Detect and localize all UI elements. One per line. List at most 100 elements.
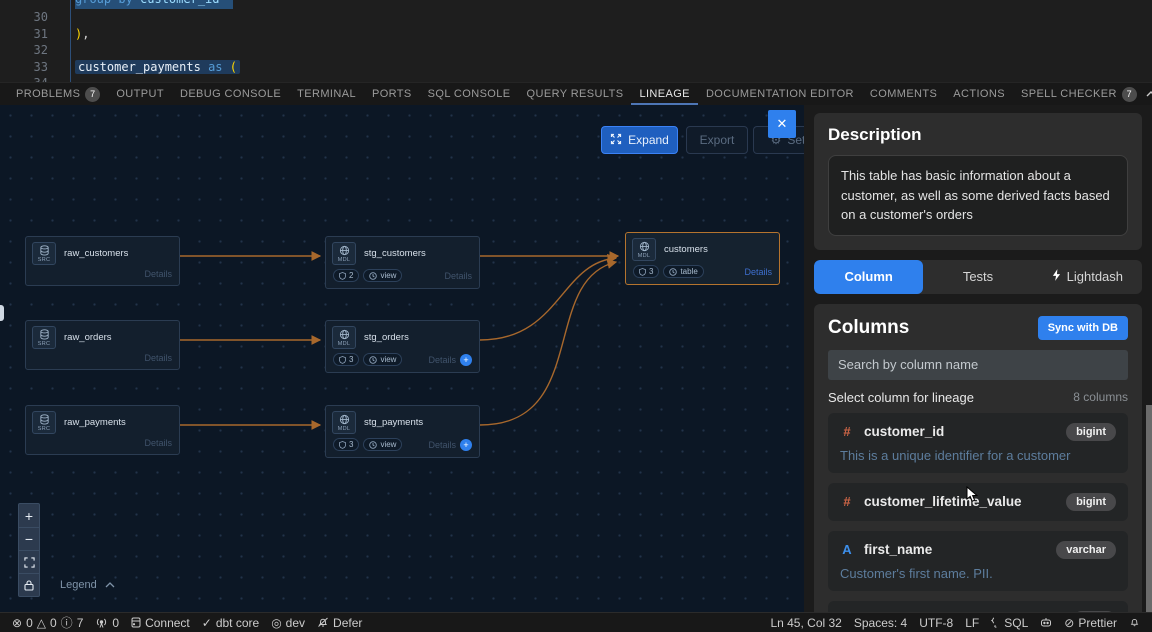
broadcast-icon [95,617,108,628]
tab-lightdash[interactable]: Lightdash [1033,260,1142,294]
copilot-status[interactable] [1034,617,1058,628]
legend-toggle[interactable]: Legend [52,575,123,595]
lineage-node-customers[interactable]: MDL customers 3 table Details [625,232,780,285]
tab-comments[interactable]: COMMENTS [862,83,945,105]
tab-column[interactable]: Column [814,260,923,294]
dbt-core-status[interactable]: ✓ dbt core [196,613,265,632]
cursor-position[interactable]: Ln 45, Col 32 [764,616,847,630]
lineage-canvas[interactable]: SRC raw_customers Details MDL stg_custom… [0,105,804,612]
text-type-icon: A [840,542,854,557]
source-icon: SRC [32,411,56,434]
tab-terminal[interactable]: TERMINAL [289,83,364,105]
indentation-status[interactable]: Spaces: 4 [848,616,913,630]
node-title: raw_payments [64,417,126,428]
lineage-node-stg-customers[interactable]: MDL stg_customers 2 view Details [325,236,480,289]
eol-status[interactable]: LF [959,616,985,630]
tab-lineage[interactable]: LINEAGE [631,83,698,105]
code-token: ( [230,60,237,74]
column-row-first-name[interactable]: A first_name varchar Customer's first na… [828,531,1128,591]
chevron-up-icon[interactable] [1145,90,1152,98]
node-details-link[interactable]: Details [428,440,456,450]
node-details-link[interactable]: Details [444,271,472,281]
problems-count-badge: 7 [85,87,100,102]
tab-ports[interactable]: PORTS [364,83,420,105]
export-button[interactable]: Export [686,126,748,154]
expand-icon [610,133,622,148]
tab-actions[interactable]: ACTIONS [945,83,1013,105]
lineage-node-raw-customers[interactable]: SRC raw_customers Details [25,236,180,286]
tab-tests[interactable]: Tests [923,260,1032,294]
editor-rows: 30 31), 32 33customer_payments as ( 34 [0,9,1152,82]
target-icon: ◎ [271,616,281,630]
zoom-out-button[interactable]: − [19,527,39,550]
node-title: raw_customers [64,248,128,259]
tab-query-results[interactable]: QUERY RESULTS [519,83,632,105]
sync-with-db-button[interactable]: Sync with DB [1038,316,1128,340]
notifications-status[interactable] [1123,617,1146,628]
code-editor[interactable]: group by customer_id 30 31), 32 33custom… [0,0,1152,82]
line-number: 33 [0,60,48,74]
tab-debug-console[interactable]: DEBUG CONSOLE [172,83,289,105]
lineage-node-stg-orders[interactable]: MDL stg_orders 3 view Details + [325,320,480,373]
tab-problems[interactable]: PROBLEMS7 [8,83,108,105]
node-details-link[interactable]: Details [428,355,456,365]
tab-spell-checker[interactable]: SPELL CHECKER7 [1013,83,1145,105]
defer-status[interactable]: Defer [311,613,368,632]
brackets-icon [991,617,1000,628]
node-details-link[interactable]: Details [744,267,772,277]
materialization-badge: view [363,269,402,282]
language-mode[interactable]: SQL [985,616,1034,630]
columns-title: Columns [828,317,909,339]
tab-sql-console[interactable]: SQL CONSOLE [420,83,519,105]
lineage-node-raw-payments[interactable]: SRC raw_payments Details [25,405,180,455]
fit-view-button[interactable] [19,550,39,573]
column-row-customer-id[interactable]: # customer_id bigint This is a unique id… [828,413,1128,473]
zoom-in-button[interactable]: + [19,504,39,527]
tests-count-badge: 3 [333,438,359,451]
column-row-customer-lifetime-value[interactable]: # customer_lifetime_value bigint [828,483,1128,521]
info-icon: ⓘ [61,614,73,631]
database-icon [131,617,141,628]
code-token: , [82,27,89,41]
lightning-icon [1052,269,1061,284]
lineage-node-raw-orders[interactable]: SRC raw_orders Details [25,320,180,370]
model-icon: MDL [632,238,656,261]
problems-status[interactable]: ⊗0 △0 ⓘ7 [6,613,89,632]
warning-icon: △ [37,616,46,630]
code-token: customer_payments [78,60,201,74]
tab-documentation-editor[interactable]: DOCUMENTATION EDITOR [698,83,862,105]
line-number: 30 [0,10,48,24]
node-title: raw_orders [64,332,112,343]
materialization-badge: view [363,353,402,366]
tab-output[interactable]: OUTPUT [108,83,172,105]
expand-button[interactable]: Expand [601,126,678,154]
expand-node-button[interactable]: + [460,354,472,366]
node-title: stg_payments [364,417,423,428]
panel-drag-handle[interactable] [0,305,4,321]
ports-status[interactable]: 0 [89,613,125,632]
expand-node-button[interactable]: + [460,439,472,451]
lock-button[interactable] [19,573,39,596]
column-row-first-order[interactable]: first_order date [828,601,1128,613]
line-number: 32 [0,43,48,57]
column-search-input[interactable] [828,350,1128,380]
bell-slash-icon [317,617,329,628]
node-details-link[interactable]: Details [144,438,172,448]
node-details-link[interactable]: Details [144,353,172,363]
code-token: ) [75,27,82,41]
model-icon: MDL [332,326,356,349]
spell-checker-count-badge: 7 [1122,87,1137,102]
panel-scrollbar[interactable] [1146,405,1152,612]
encoding-status[interactable]: UTF-8 [913,616,959,630]
lineage-node-stg-payments[interactable]: MDL stg_payments 3 view Details + [325,405,480,458]
slash-circle-icon: ⊘ [1064,616,1074,630]
node-details-link[interactable]: Details [144,269,172,279]
target-env-status[interactable]: ◎ dev [265,613,311,632]
line-number: 34 [0,76,48,82]
connect-status[interactable]: Connect [125,613,196,632]
close-lineage-button[interactable]: ✕ [768,110,796,138]
prettier-status[interactable]: ⊘ Prettier [1058,616,1123,630]
columns-count: 8 columns [1073,390,1128,404]
close-icon: ✕ [777,116,788,132]
description-text[interactable]: This table has basic information about a… [828,155,1128,236]
